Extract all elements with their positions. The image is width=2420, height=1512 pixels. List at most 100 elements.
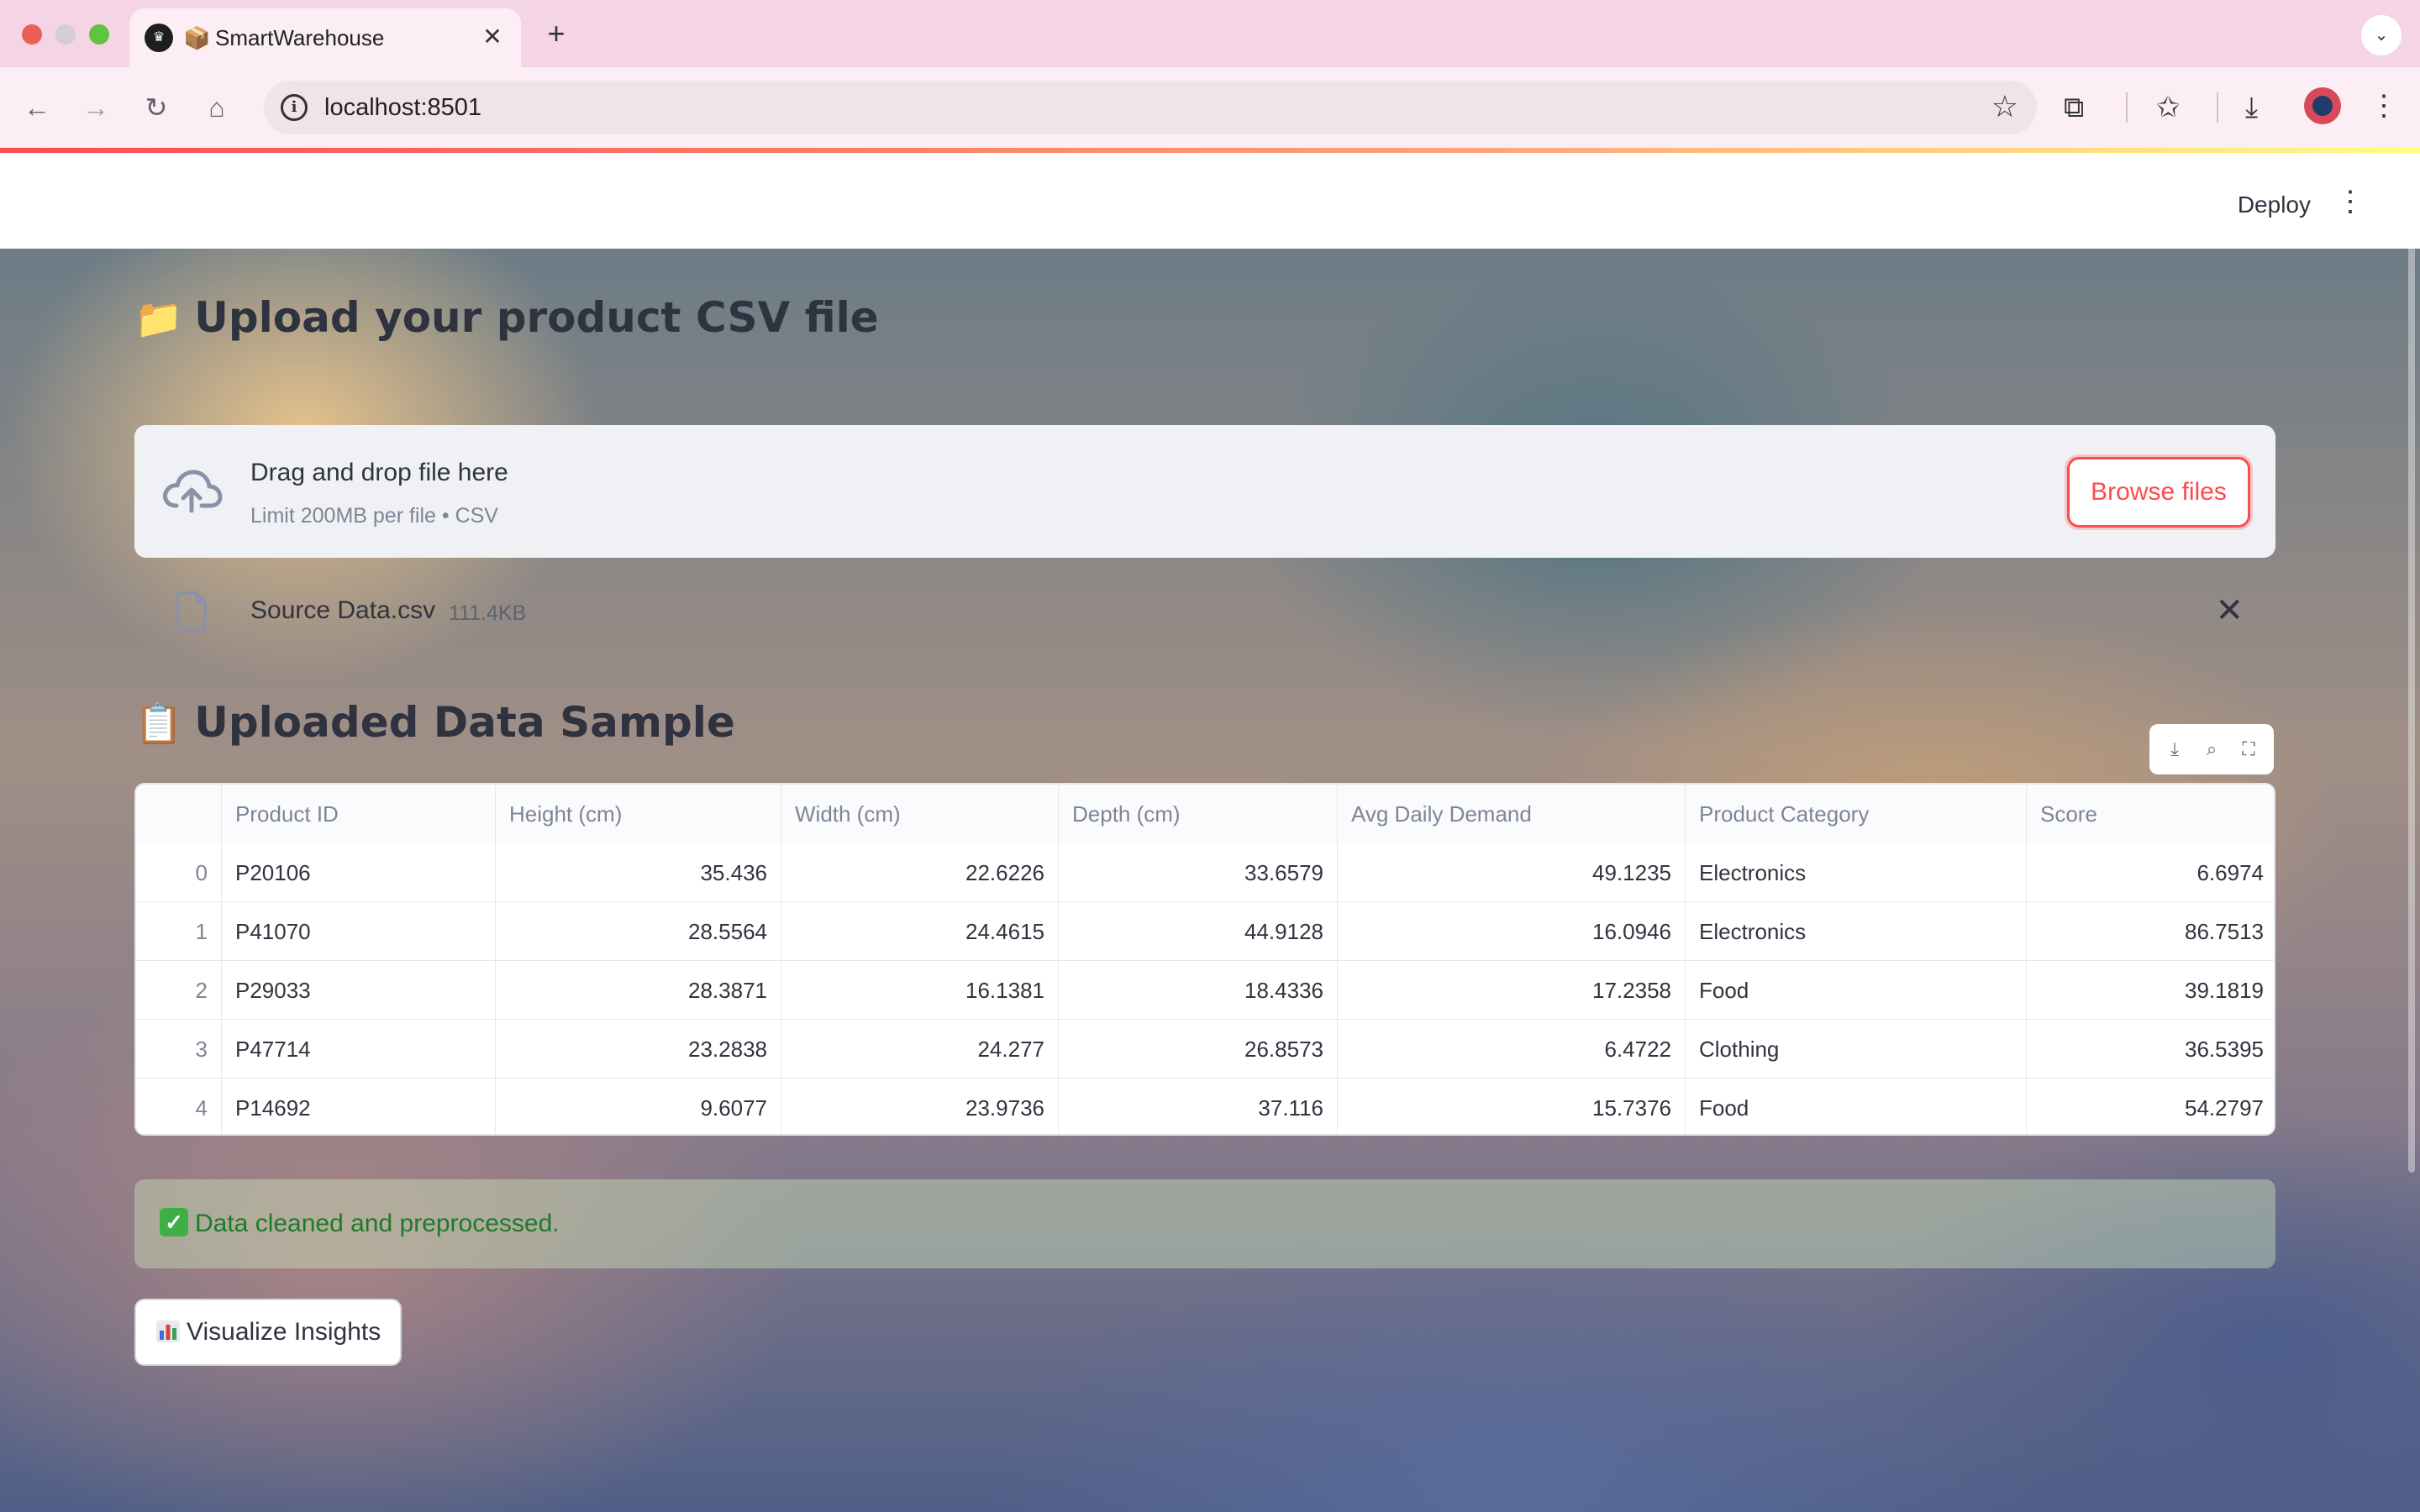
data-table[interactable]: Product ID Height (cm) Width (cm) Depth … xyxy=(134,783,2275,1136)
table-cell[interactable]: 28.3871 xyxy=(496,961,781,1020)
row-index: 2 xyxy=(136,961,222,1020)
browse-files-button[interactable]: Browse files xyxy=(2067,457,2250,528)
table-cell[interactable]: 16.0946 xyxy=(1338,902,1686,961)
table-cell[interactable]: 39.1819 xyxy=(2027,961,2274,1020)
download-csv-icon[interactable]: ⤓ xyxy=(2161,736,2188,763)
url-text[interactable]: localhost:8501 xyxy=(324,94,481,122)
home-icon[interactable]: ⌂ xyxy=(198,89,235,126)
bookmark-star-icon[interactable]: ☆ xyxy=(1991,89,2018,124)
dropzone-title: Drag and drop file here xyxy=(250,459,508,486)
clipboard-icon: 📋 xyxy=(134,701,183,746)
remove-file-icon[interactable]: ✕ xyxy=(2215,590,2244,632)
sample-heading-text: Uploaded Data Sample xyxy=(194,698,735,747)
table-row: 0 P20106 35.436 22.6226 33.6579 49.1235 … xyxy=(136,843,2274,902)
back-icon[interactable]: ← xyxy=(18,89,55,126)
main-content: 📁 Upload your product CSV file Drag and d… xyxy=(0,249,2420,1512)
deploy-button[interactable]: Deploy xyxy=(2238,192,2311,218)
upload-heading-text: Upload your product CSV file xyxy=(194,293,879,342)
app-header: Deploy ⋮ xyxy=(0,153,2420,249)
table-cell[interactable]: Food xyxy=(1686,1079,2027,1134)
column-header[interactable]: Height (cm) xyxy=(496,785,781,843)
new-tab-icon[interactable]: + xyxy=(538,15,575,52)
table-cell[interactable]: Food xyxy=(1686,961,2027,1020)
dropzone-limit: Limit 200MB per file • CSV xyxy=(250,504,498,528)
cloud-upload-icon xyxy=(163,470,223,513)
bookmarks-icon[interactable]: ✩ xyxy=(2156,87,2181,128)
column-header[interactable]: Product Category xyxy=(1686,785,2027,843)
table-row: 3 P47714 23.2838 24.277 26.8573 6.4722 C… xyxy=(136,1020,2274,1079)
window-zoom-button[interactable] xyxy=(89,24,109,45)
extensions-icon[interactable]: ⧉ xyxy=(2064,87,2084,128)
column-header[interactable]: Product ID xyxy=(222,785,496,843)
column-header[interactable]: Score xyxy=(2027,785,2274,843)
table-cell[interactable]: 23.2838 xyxy=(496,1020,781,1079)
bar-chart-icon xyxy=(156,1320,180,1342)
row-index: 0 xyxy=(136,843,222,902)
table-cell[interactable]: 36.5395 xyxy=(2027,1020,2274,1079)
file-name: Source Data.csv xyxy=(250,596,436,624)
table-cell[interactable]: P29033 xyxy=(222,961,496,1020)
table-cell[interactable]: 6.6974 xyxy=(2027,843,2274,902)
column-header[interactable]: Width (cm) xyxy=(781,785,1059,843)
table-cell[interactable]: 6.4722 xyxy=(1338,1020,1686,1079)
table-cell[interactable]: P41070 xyxy=(222,902,496,961)
browser-toolbar: ← → ↻ ⌂ i localhost:8501 ☆ ⧉ ✩ ⤓ xyxy=(0,67,2420,148)
uploaded-file-row: Source Data.csv 111.4KB ✕ xyxy=(134,578,2275,645)
browser-tab[interactable]: ♛ 📦 SmartWarehouse ✕ xyxy=(129,8,521,67)
table-cell[interactable]: Electronics xyxy=(1686,843,2027,902)
table-cell[interactable]: 86.7513 xyxy=(2027,902,2274,961)
reload-icon[interactable]: ↻ xyxy=(138,89,175,126)
table-cell[interactable]: 23.9736 xyxy=(781,1079,1059,1134)
dataframe-toolbar: ⤓ ⌕ ⛶ xyxy=(2149,724,2274,774)
search-icon[interactable]: ⌕ xyxy=(2198,736,2225,763)
table-cell[interactable]: 9.6077 xyxy=(496,1079,781,1134)
table-cell[interactable]: 35.436 xyxy=(496,843,781,902)
table-cell[interactable]: 22.6226 xyxy=(781,843,1059,902)
window-minimize-button[interactable] xyxy=(55,24,76,45)
table-cell[interactable]: Clothing xyxy=(1686,1020,2027,1079)
table-cell[interactable]: 28.5564 xyxy=(496,902,781,961)
fullscreen-icon[interactable]: ⛶ xyxy=(2235,736,2262,763)
window-close-button[interactable] xyxy=(22,24,42,45)
table-cell[interactable]: 17.2358 xyxy=(1338,961,1686,1020)
table-cell[interactable]: 44.9128 xyxy=(1059,902,1338,961)
table-cell[interactable]: 37.116 xyxy=(1059,1079,1338,1134)
tab-title: SmartWarehouse xyxy=(215,25,385,50)
table-cell[interactable]: 49.1235 xyxy=(1338,843,1686,902)
table-cell[interactable]: P20106 xyxy=(222,843,496,902)
tab-search-chevron-icon[interactable]: ⌄ xyxy=(2361,15,2402,55)
close-tab-icon[interactable]: ✕ xyxy=(477,22,508,52)
table-cell[interactable]: 15.7376 xyxy=(1338,1079,1686,1134)
check-mark-icon: ✓ xyxy=(160,1208,188,1236)
table-cell[interactable]: 26.8573 xyxy=(1059,1020,1338,1079)
streamlit-crown-icon: ♛ xyxy=(145,24,173,52)
table-cell[interactable]: P14692 xyxy=(222,1079,496,1134)
chrome-menu-icon[interactable]: ⋮ xyxy=(2370,87,2398,124)
table-cell[interactable]: 18.4336 xyxy=(1059,961,1338,1020)
table-cell[interactable]: 24.277 xyxy=(781,1020,1059,1079)
row-index: 4 xyxy=(136,1079,222,1134)
column-header[interactable]: Avg Daily Demand xyxy=(1338,785,1686,843)
file-size: 111.4KB xyxy=(449,601,527,625)
success-alert: ✓ Data cleaned and preprocessed. xyxy=(134,1179,2275,1268)
table-cell[interactable]: P47714 xyxy=(222,1020,496,1079)
main-menu-icon[interactable]: ⋮ xyxy=(2336,185,2365,218)
table-cell[interactable]: Electronics xyxy=(1686,902,2027,961)
profile-avatar[interactable] xyxy=(2304,87,2341,124)
column-header[interactable]: Depth (cm) xyxy=(1059,785,1338,843)
address-bar[interactable]: i localhost:8501 ☆ xyxy=(264,81,2037,134)
site-info-icon[interactable]: i xyxy=(281,94,308,121)
table-row: 1 P41070 28.5564 24.4615 44.9128 16.0946… xyxy=(136,902,2274,961)
page-scrollbar[interactable] xyxy=(2408,165,2415,1173)
table-cell[interactable]: 33.6579 xyxy=(1059,843,1338,902)
table-cell[interactable]: 16.1381 xyxy=(781,961,1059,1020)
table-cell[interactable]: 24.4615 xyxy=(781,902,1059,961)
column-header[interactable] xyxy=(136,785,222,843)
table-cell[interactable]: 54.2797 xyxy=(2027,1079,2274,1134)
success-text: Data cleaned and preprocessed. xyxy=(195,1210,560,1237)
visualize-insights-button[interactable]: Visualize Insights xyxy=(134,1299,402,1366)
file-icon xyxy=(176,591,207,632)
download-icon[interactable]: ⤓ xyxy=(2245,87,2258,128)
forward-icon[interactable]: → xyxy=(77,89,114,126)
file-dropzone[interactable]: Drag and drop file here Limit 200MB per … xyxy=(134,425,2275,558)
